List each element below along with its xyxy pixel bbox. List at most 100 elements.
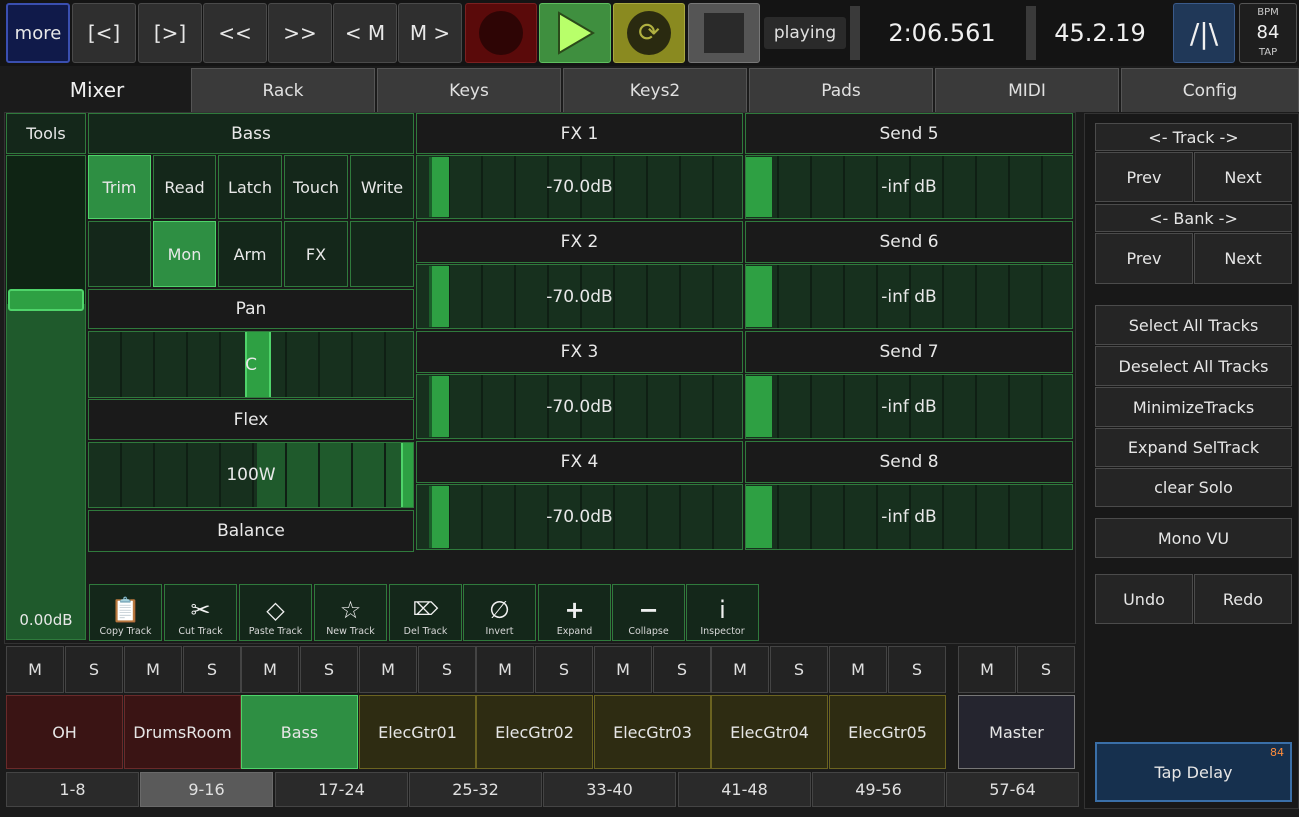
- fx4-slider[interactable]: -70.0dB: [416, 484, 743, 550]
- pan-slider[interactable]: C: [88, 331, 414, 398]
- tab-midi[interactable]: MIDI: [935, 68, 1119, 112]
- minimize-tracks-button[interactable]: MinimizeTracks: [1095, 387, 1292, 427]
- fx1-value: -70.0dB: [546, 177, 613, 197]
- rewind-button[interactable]: <<: [203, 3, 267, 63]
- write-button[interactable]: Write: [350, 155, 414, 219]
- bank-button[interactable]: 57-64: [946, 772, 1079, 807]
- invert-button[interactable]: ∅ Invert: [463, 584, 536, 641]
- bank-button[interactable]: 1-8: [6, 772, 139, 807]
- send6-slider[interactable]: -inf dB: [745, 264, 1073, 329]
- tab-config[interactable]: Config: [1121, 68, 1299, 112]
- select-all-tracks-button[interactable]: Select All Tracks: [1095, 305, 1292, 345]
- bank-button[interactable]: 17-24: [275, 772, 408, 807]
- trim-button[interactable]: Trim: [88, 155, 151, 219]
- track-solo-button[interactable]: S: [535, 646, 593, 693]
- app-logo[interactable]: /|\: [1173, 3, 1235, 63]
- mono-vu-button[interactable]: Mono VU: [1095, 518, 1292, 558]
- fx2-slider[interactable]: -70.0dB: [416, 264, 743, 329]
- expand-seltrack-button[interactable]: Expand SelTrack: [1095, 428, 1292, 467]
- deselect-all-tracks-button[interactable]: Deselect All Tracks: [1095, 346, 1292, 386]
- copy-track-button[interactable]: 📋 Copy Track: [89, 584, 162, 641]
- bank-next-button[interactable]: Next: [1194, 233, 1292, 284]
- track-mute-button[interactable]: M: [359, 646, 417, 693]
- record-button[interactable]: [465, 3, 537, 63]
- bank-button[interactable]: 33-40: [543, 772, 676, 807]
- tab-mixer[interactable]: Mixer: [4, 68, 190, 112]
- fx3-slider[interactable]: -70.0dB: [416, 374, 743, 439]
- track-strip[interactable]: ElecGtr02: [476, 695, 593, 769]
- empty-button-left[interactable]: [88, 221, 151, 287]
- bank-button[interactable]: 41-48: [678, 772, 811, 807]
- prev-marker-button[interactable]: [<]: [72, 3, 136, 63]
- new-track-button[interactable]: ☆ New Track: [314, 584, 387, 641]
- send8-slider[interactable]: -inf dB: [745, 484, 1073, 550]
- track-mute-button[interactable]: M: [6, 646, 64, 693]
- bpm-box[interactable]: BPM 84 TAP: [1239, 3, 1297, 63]
- track-mute-button[interactable]: M: [241, 646, 299, 693]
- master-track[interactable]: Master: [958, 695, 1075, 769]
- loop-button[interactable]: ⟳: [613, 3, 685, 63]
- track-solo-button[interactable]: S: [653, 646, 711, 693]
- redo-button[interactable]: Redo: [1194, 574, 1292, 624]
- track-mute-button[interactable]: M: [476, 646, 534, 693]
- track-solo-button[interactable]: S: [65, 646, 123, 693]
- track-strip[interactable]: ElecGtr01: [359, 695, 476, 769]
- track-mute-button[interactable]: M: [124, 646, 182, 693]
- track-solo-button[interactable]: S: [418, 646, 476, 693]
- fx1-slider[interactable]: -70.0dB: [416, 155, 743, 219]
- bank-button[interactable]: 9-16: [140, 772, 273, 807]
- arm-button[interactable]: Arm: [218, 221, 282, 287]
- track-solo-button[interactable]: S: [770, 646, 828, 693]
- paste-track-button[interactable]: ◇ Paste Track: [239, 584, 312, 641]
- send7-slider[interactable]: -inf dB: [745, 374, 1073, 439]
- track-strip[interactable]: ElecGtr04: [711, 695, 828, 769]
- read-button[interactable]: Read: [153, 155, 216, 219]
- next-marker-button[interactable]: [>]: [138, 3, 202, 63]
- clear-solo-button[interactable]: clear Solo: [1095, 468, 1292, 507]
- undo-button[interactable]: Undo: [1095, 574, 1193, 624]
- send5-slider[interactable]: -inf dB: [745, 155, 1073, 219]
- del-track-button[interactable]: ⌦ Del Track: [389, 584, 462, 641]
- mon-button[interactable]: Mon: [153, 221, 216, 287]
- tab-pads[interactable]: Pads: [749, 68, 933, 112]
- play-button[interactable]: [539, 3, 611, 63]
- track-strip[interactable]: OH: [6, 695, 123, 769]
- master-mute-button[interactable]: M: [958, 646, 1016, 693]
- collapse-button[interactable]: − Collapse: [612, 584, 685, 641]
- tap-delay-button[interactable]: Tap Delay 84: [1095, 742, 1292, 802]
- track-mute-button[interactable]: M: [594, 646, 652, 693]
- next-m-button[interactable]: M >: [398, 3, 462, 63]
- track-solo-button[interactable]: S: [888, 646, 946, 693]
- track-mute-button[interactable]: M: [711, 646, 769, 693]
- track-strip[interactable]: Bass: [241, 695, 358, 769]
- track-prev-button[interactable]: Prev: [1095, 152, 1193, 202]
- tab-keys2[interactable]: Keys2: [563, 68, 747, 112]
- track-solo-button[interactable]: S: [183, 646, 241, 693]
- tab-keys[interactable]: Keys: [377, 68, 561, 112]
- track-strip[interactable]: ElecGtr05: [829, 695, 946, 769]
- track-mute-button[interactable]: M: [829, 646, 887, 693]
- bank-button[interactable]: 49-56: [812, 772, 945, 807]
- forward-button[interactable]: >>: [268, 3, 332, 63]
- latch-button[interactable]: Latch: [218, 155, 282, 219]
- empty-button-right[interactable]: [350, 221, 414, 287]
- track-strip[interactable]: ElecGtr03: [594, 695, 711, 769]
- touch-button[interactable]: Touch: [284, 155, 348, 219]
- volume-fader-handle[interactable]: [8, 289, 84, 311]
- more-button[interactable]: more: [6, 3, 70, 63]
- bank-button[interactable]: 25-32: [409, 772, 542, 807]
- prev-m-button[interactable]: < M: [333, 3, 397, 63]
- cut-track-button[interactable]: ✂ Cut Track: [164, 584, 237, 641]
- bank-prev-button[interactable]: Prev: [1095, 233, 1193, 284]
- flex-slider[interactable]: 100W: [88, 442, 414, 508]
- stop-button[interactable]: [688, 3, 760, 63]
- track-next-button[interactable]: Next: [1194, 152, 1292, 202]
- fx-button[interactable]: FX: [284, 221, 348, 287]
- track-strip[interactable]: DrumsRoom: [124, 695, 241, 769]
- tab-rack[interactable]: Rack: [191, 68, 375, 112]
- volume-fader[interactable]: 0.00dB: [6, 155, 86, 640]
- track-solo-button[interactable]: S: [300, 646, 358, 693]
- expand-button[interactable]: + Expand: [538, 584, 611, 641]
- inspector-button[interactable]: i Inspector: [686, 584, 759, 641]
- master-solo-button[interactable]: S: [1017, 646, 1075, 693]
